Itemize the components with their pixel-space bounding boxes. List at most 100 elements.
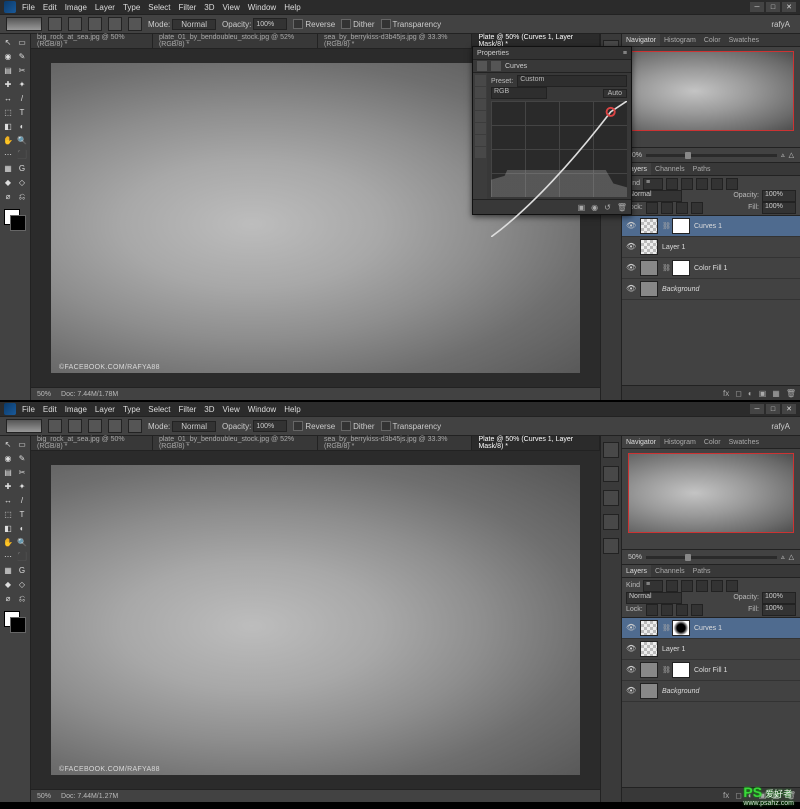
layer-row[interactable]: 👁 Layer 1	[622, 237, 800, 258]
layer-opacity-input[interactable]: 100%	[762, 592, 796, 604]
canvas[interactable]: ©FACEBOOK.COM/RAFYA88	[51, 465, 580, 775]
link-icon[interactable]: ⛓	[662, 222, 668, 230]
tab-0[interactable]: big_rock_at_sea.jpg @ 50% (RGB/8) *	[31, 436, 153, 450]
panel-tab-histogram[interactable]: Histogram	[660, 436, 700, 448]
color-swatch[interactable]	[4, 209, 26, 231]
fill-input[interactable]: 100%	[762, 604, 796, 616]
link-icon[interactable]: ⛓	[662, 666, 668, 674]
status-zoom[interactable]: 50%	[37, 793, 51, 800]
layer-name[interactable]: Background	[662, 688, 699, 695]
layer-name[interactable]: Curves 1	[694, 223, 722, 230]
minimize-button[interactable]: ─	[750, 2, 764, 12]
tool-17[interactable]: ⬛	[16, 148, 29, 161]
menu-help[interactable]: Help	[284, 405, 300, 414]
tool-13[interactable]: ◐	[16, 120, 29, 133]
panel-tab-paths[interactable]: Paths	[689, 565, 715, 577]
layer-name[interactable]: Color Fill 1	[694, 265, 727, 272]
tool-22[interactable]: ⌀	[2, 190, 15, 203]
background-color[interactable]	[10, 617, 26, 633]
menu-filter[interactable]: Filter	[179, 3, 197, 12]
maximize-button[interactable]: □	[766, 2, 780, 12]
tool-7[interactable]: ✦	[16, 78, 29, 91]
layer-thumb[interactable]	[640, 662, 658, 678]
gradient-reflected-button[interactable]	[108, 419, 122, 433]
layer-row[interactable]: 👁Layer 1	[622, 639, 800, 660]
nav-zoom-value[interactable]: 50%	[628, 554, 642, 561]
tool-18[interactable]: ▦	[2, 564, 15, 577]
menu-view[interactable]: View	[223, 405, 240, 414]
gradient-reflected-button[interactable]	[108, 17, 122, 31]
gradient-radial-button[interactable]	[68, 17, 82, 31]
adjust-button[interactable]: ◐	[748, 389, 753, 398]
curves-tool-6[interactable]	[475, 147, 486, 158]
filter-icon-4[interactable]	[726, 178, 738, 190]
tool-23[interactable]: ⎌	[16, 190, 29, 203]
navigator-thumb[interactable]	[628, 51, 794, 131]
panel-tab-navigator[interactable]: Navigator	[622, 436, 660, 448]
visibility-icon[interactable]: 👁	[626, 665, 636, 675]
tab-2[interactable]: sea_by_berrykiss-d3b45js.jpg @ 33.3% (RG…	[318, 34, 472, 48]
mask-button[interactable]: ◻	[735, 389, 742, 398]
tool-1[interactable]: ▭	[16, 36, 29, 49]
visibility-icon[interactable]: 👁	[626, 242, 636, 252]
tool-1[interactable]: ▭	[16, 438, 29, 451]
tool-0[interactable]: ↖	[2, 36, 15, 49]
menu-help[interactable]: Help	[284, 3, 300, 12]
mode-select[interactable]: Normal	[172, 19, 216, 30]
tool-3[interactable]: ✎	[16, 50, 29, 63]
tool-18[interactable]: ▦	[2, 162, 15, 175]
kind-select[interactable]: ≡	[643, 580, 663, 592]
panel-tab-channels[interactable]: Channels	[651, 163, 689, 175]
gradient-preview[interactable]	[6, 419, 42, 433]
lock-icon-2[interactable]	[676, 202, 688, 214]
layer-thumb[interactable]	[640, 239, 658, 255]
layer-name[interactable]: Color Fill 1	[694, 667, 727, 674]
layer-row[interactable]: 👁 ⛓ Color Fill 1	[622, 660, 800, 681]
tool-9[interactable]: /	[16, 92, 29, 105]
fx-button[interactable]: fx	[723, 791, 729, 800]
menu-image[interactable]: Image	[65, 405, 87, 414]
mask-button[interactable]: ◻	[735, 791, 742, 800]
lock-icon-2[interactable]	[676, 604, 688, 616]
user-name[interactable]: rafyA	[771, 20, 790, 29]
gradient-preview[interactable]	[6, 17, 42, 31]
gradient-diamond-button[interactable]	[128, 17, 142, 31]
lock-icon-3[interactable]	[691, 202, 703, 214]
navigator-thumb[interactable]	[628, 453, 794, 533]
lock-icon-0[interactable]	[646, 202, 658, 214]
tool-19[interactable]: G	[16, 564, 29, 577]
tool-16[interactable]: ⋯	[2, 550, 15, 563]
menu-edit[interactable]: Edit	[43, 405, 57, 414]
fx-button[interactable]: fx	[723, 389, 729, 398]
filter-icon-3[interactable]	[711, 178, 723, 190]
curves-tool-1[interactable]	[475, 87, 486, 98]
layer-name[interactable]: Layer 1	[662, 244, 685, 251]
menu-filter[interactable]: Filter	[179, 405, 197, 414]
zoom-out-icon[interactable]: ▵	[781, 553, 785, 561]
reverse-checkbox[interactable]	[293, 19, 303, 29]
panel-menu-icon[interactable]: ≡	[623, 50, 627, 57]
dock-icon-0[interactable]	[603, 442, 619, 458]
filter-icon-3[interactable]	[711, 580, 723, 592]
tool-12[interactable]: ◧	[2, 522, 15, 535]
background-color[interactable]	[10, 215, 26, 231]
tool-6[interactable]: ✚	[2, 78, 15, 91]
menu-select[interactable]: Select	[148, 3, 170, 12]
tool-7[interactable]: ✦	[16, 480, 29, 493]
panel-tab-layers[interactable]: Layers	[622, 565, 651, 577]
menu-file[interactable]: File	[22, 405, 35, 414]
link-icon[interactable]: ⛓	[662, 264, 668, 272]
tool-22[interactable]: ⌀	[2, 592, 15, 605]
dither-checkbox[interactable]	[341, 19, 351, 29]
tool-14[interactable]: ✋	[2, 536, 15, 549]
gradient-angle-button[interactable]	[88, 419, 102, 433]
tool-16[interactable]: ⋯	[2, 148, 15, 161]
auto-button[interactable]: Auto	[603, 89, 627, 98]
kind-select[interactable]: ≡	[643, 178, 663, 190]
menu-type[interactable]: Type	[123, 3, 140, 12]
filter-icon-4[interactable]	[726, 580, 738, 592]
dither-checkbox[interactable]	[341, 421, 351, 431]
menu-layer[interactable]: Layer	[95, 405, 115, 414]
reverse-checkbox[interactable]	[293, 421, 303, 431]
mask-icon[interactable]	[491, 61, 501, 71]
